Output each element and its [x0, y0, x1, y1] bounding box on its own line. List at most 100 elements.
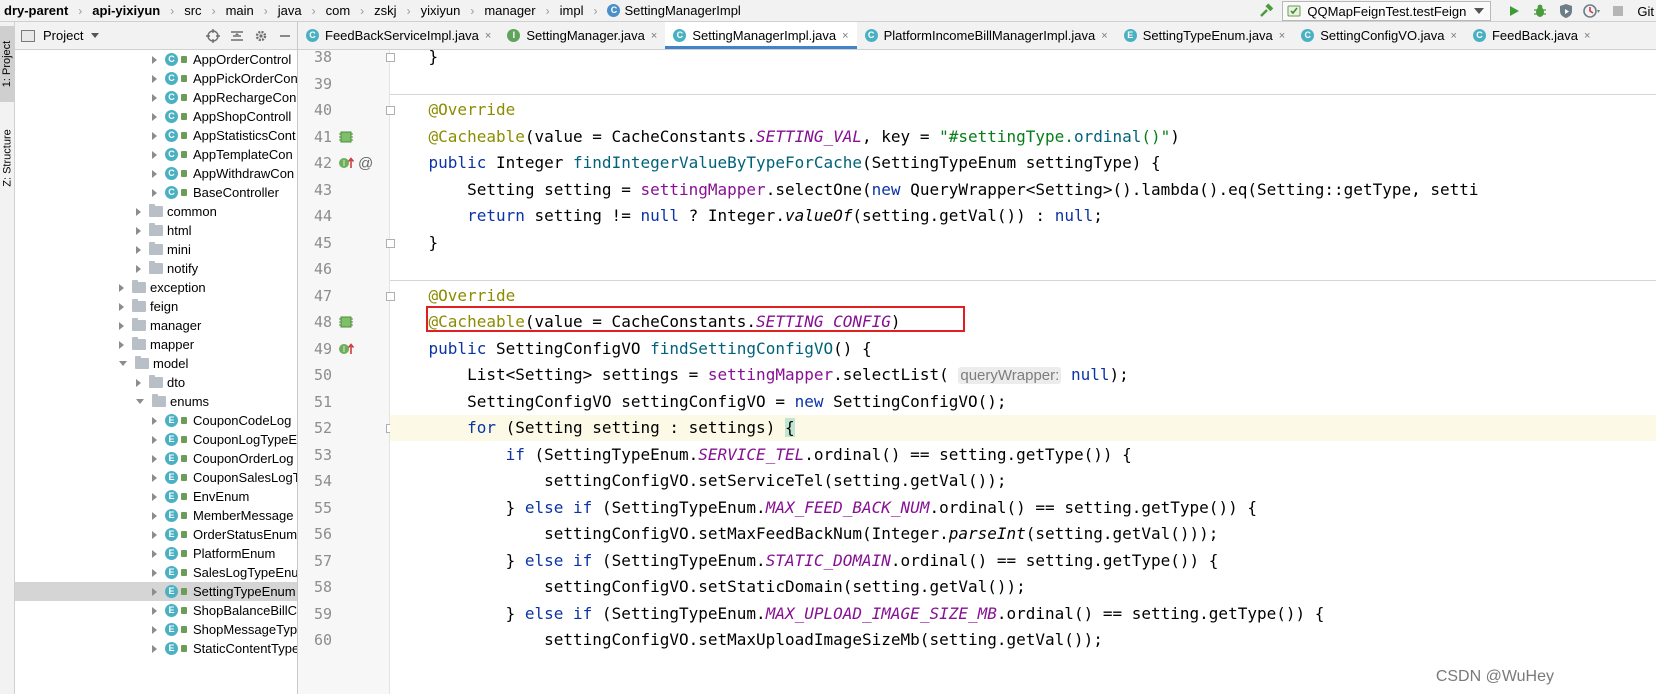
- debug-button[interactable]: [1528, 1, 1552, 21]
- close-icon[interactable]: ×: [1279, 30, 1285, 42]
- breadcrumb-item[interactable]: zskj: [370, 0, 396, 21]
- code-line[interactable]: [390, 256, 1656, 282]
- code-line[interactable]: [390, 71, 1656, 97]
- code-editor[interactable]: 38 39 40 41 42 43 44 45 46 47 48 49 50 51 52 53 54 55 56 57…: [298, 50, 1656, 694]
- close-icon[interactable]: ×: [651, 30, 657, 42]
- collapsed-arrow-icon[interactable]: [152, 416, 157, 425]
- implements-marker-icon[interactable]: I: [338, 336, 356, 362]
- tree-node[interactable]: C AppTemplateCon: [15, 145, 297, 164]
- breadcrumb-item[interactable]: com: [322, 0, 351, 21]
- breadcrumb-item[interactable]: dry-parent: [0, 0, 68, 21]
- code-line[interactable]: public SettingConfigVO findSettingConfig…: [390, 336, 1656, 362]
- collapsed-arrow-icon[interactable]: [152, 644, 157, 653]
- settings-button[interactable]: [249, 24, 273, 48]
- tree-node[interactable]: E ShopMessageTyp: [15, 620, 297, 639]
- code-line[interactable]: } else if (SettingTypeEnum.STATIC_DOMAIN…: [390, 548, 1656, 574]
- coverage-button[interactable]: [1554, 1, 1578, 21]
- collapsed-arrow-icon[interactable]: [152, 131, 157, 140]
- tree-node[interactable]: E OrderStatusEnum: [15, 525, 297, 544]
- run-configuration-select[interactable]: QQMapFeignTest.testFeign: [1282, 1, 1492, 21]
- tree-node[interactable]: E MemberMessage: [15, 506, 297, 525]
- tree-node[interactable]: E CouponCodeLog: [15, 411, 297, 430]
- tree-node[interactable]: enums: [15, 392, 297, 411]
- build-hammer-icon[interactable]: [1258, 3, 1274, 19]
- tree-node[interactable]: E CouponOrderLog: [15, 449, 297, 468]
- locate-file-button[interactable]: [201, 24, 225, 48]
- collapsed-arrow-icon[interactable]: [152, 74, 157, 83]
- breadcrumb-item[interactable]: impl: [556, 0, 584, 21]
- collapsed-arrow-icon[interactable]: [152, 454, 157, 463]
- collapsed-arrow-icon[interactable]: [152, 169, 157, 178]
- collapsed-arrow-icon[interactable]: [152, 150, 157, 159]
- code-line[interactable]: settingConfigVO.setStaticDomain(setting.…: [390, 574, 1656, 600]
- tree-node[interactable]: E CouponSalesLogT: [15, 468, 297, 487]
- collapsed-arrow-icon[interactable]: [136, 245, 141, 254]
- collapsed-arrow-icon[interactable]: [152, 473, 157, 482]
- tree-node[interactable]: E StaticContentType: [15, 639, 297, 658]
- expanded-arrow-icon[interactable]: [136, 399, 144, 404]
- breadcrumb-item[interactable]: manager: [480, 0, 535, 21]
- editor-tab[interactable]: C PlatformIncomeBillManagerImpl.java ×: [857, 22, 1116, 49]
- breadcrumb-item[interactable]: yixiyun: [417, 0, 461, 21]
- collapsed-arrow-icon[interactable]: [119, 302, 124, 311]
- collapsed-arrow-icon[interactable]: [152, 625, 157, 634]
- tree-node[interactable]: C AppStatisticsCont: [15, 126, 297, 145]
- collapsed-arrow-icon[interactable]: [152, 530, 157, 539]
- collapsed-arrow-icon[interactable]: [152, 435, 157, 444]
- collapsed-arrow-icon[interactable]: [152, 587, 157, 596]
- close-icon[interactable]: ×: [485, 30, 491, 42]
- close-icon[interactable]: ×: [1451, 30, 1457, 42]
- cache-marker-icon[interactable]: [338, 309, 354, 335]
- tree-node[interactable]: feign: [15, 297, 297, 316]
- collapsed-arrow-icon[interactable]: [152, 112, 157, 121]
- tree-node[interactable]: manager: [15, 316, 297, 335]
- collapsed-arrow-icon[interactable]: [119, 283, 124, 292]
- tree-node[interactable]: E SalesLogTypeEnu: [15, 563, 297, 582]
- breadcrumb-item[interactable]: C SettingManagerImpl: [603, 0, 741, 21]
- tree-node[interactable]: C AppShopControll: [15, 107, 297, 126]
- tree-node[interactable]: exception: [15, 278, 297, 297]
- editor-tab[interactable]: C FeedBack.java ×: [1465, 22, 1598, 49]
- collapsed-arrow-icon[interactable]: [152, 188, 157, 197]
- code-line[interactable]: settingConfigVO.setMaxFeedBackNum(Intege…: [390, 521, 1656, 547]
- tree-node[interactable]: C BaseController: [15, 183, 297, 202]
- project-tool-tab[interactable]: 1: Project: [0, 26, 15, 102]
- tree-node[interactable]: common: [15, 202, 297, 221]
- breadcrumb-item[interactable]: main: [222, 0, 254, 21]
- tree-node[interactable]: C AppRechargeCon: [15, 88, 297, 107]
- collapse-all-button[interactable]: [225, 24, 249, 48]
- code-line[interactable]: } else if (SettingTypeEnum.MAX_UPLOAD_IM…: [390, 601, 1656, 627]
- vcs-label[interactable]: Git: [1637, 4, 1656, 19]
- tree-node[interactable]: mapper: [15, 335, 297, 354]
- collapsed-arrow-icon[interactable]: [152, 606, 157, 615]
- editor-tab[interactable]: C SettingManagerImpl.java ×: [665, 22, 857, 49]
- code-line[interactable]: for (Setting setting : settings) {: [390, 415, 1656, 441]
- tree-node[interactable]: model: [15, 354, 297, 373]
- code-area[interactable]: } @Override @Cacheable(value = CacheCons…: [390, 50, 1656, 694]
- annotation-marker-icon[interactable]: @: [358, 150, 373, 176]
- cache-marker-icon[interactable]: [338, 124, 354, 150]
- tree-node[interactable]: C AppWithdrawCon: [15, 164, 297, 183]
- breadcrumb-item[interactable]: java: [274, 0, 302, 21]
- collapsed-arrow-icon[interactable]: [119, 340, 124, 349]
- collapsed-arrow-icon[interactable]: [136, 264, 141, 273]
- tree-node[interactable]: notify: [15, 259, 297, 278]
- tree-node[interactable]: C AppOrderControl: [15, 50, 297, 69]
- tree-node[interactable]: dto: [15, 373, 297, 392]
- code-line[interactable]: List<Setting> settings = settingMapper.s…: [390, 362, 1656, 388]
- collapsed-arrow-icon[interactable]: [152, 93, 157, 102]
- tree-node[interactable]: E SettingTypeEnum: [15, 582, 297, 601]
- code-line[interactable]: settingConfigVO.setMaxUploadImageSizeMb(…: [390, 627, 1656, 653]
- code-line[interactable]: return setting != null ? Integer.valueOf…: [390, 203, 1656, 229]
- profile-button[interactable]: [1580, 1, 1604, 21]
- code-line[interactable]: } else if (SettingTypeEnum.MAX_FEED_BACK…: [390, 495, 1656, 521]
- editor-tab[interactable]: E SettingTypeEnum.java ×: [1116, 22, 1294, 49]
- editor-tab[interactable]: I SettingManager.java ×: [499, 22, 665, 49]
- tree-node[interactable]: html: [15, 221, 297, 240]
- collapsed-arrow-icon[interactable]: [152, 511, 157, 520]
- code-line[interactable]: @Override: [390, 283, 1656, 309]
- code-line[interactable]: if (SettingTypeEnum.SERVICE_TEL.ordinal(…: [390, 442, 1656, 468]
- collapsed-arrow-icon[interactable]: [152, 55, 157, 64]
- tree-node[interactable]: E EnvEnum: [15, 487, 297, 506]
- code-line[interactable]: SettingConfigVO settingConfigVO = new Se…: [390, 389, 1656, 415]
